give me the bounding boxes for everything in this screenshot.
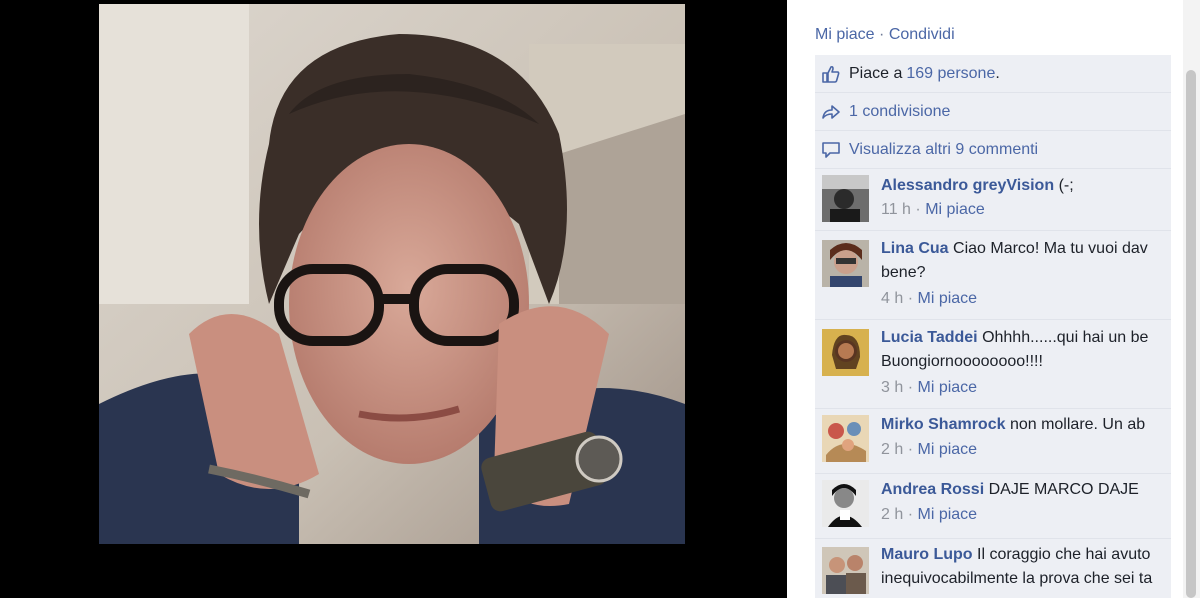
meta-separator: ·	[907, 441, 914, 458]
comment-like-link[interactable]: Mi piace	[917, 506, 977, 523]
comment-body: (-;	[1058, 177, 1074, 194]
comment-text: Alessandro greyVision (-;	[881, 174, 1200, 198]
comment-body: Il coraggio che hai avuto	[977, 546, 1151, 563]
likes-suffix: .	[995, 64, 1000, 82]
panel-gutter	[1171, 55, 1183, 598]
comment-body-line2: inequivocabilmente la prova che sei ta	[881, 570, 1153, 587]
meta-separator: ·	[907, 290, 914, 307]
comment-author[interactable]: Andrea Rossi	[881, 481, 984, 498]
comment-body: Ciao Marco! Ma tu vuoi dav	[953, 240, 1148, 257]
share-arrow-icon	[821, 102, 841, 122]
comment-author[interactable]: Alessandro greyVision	[881, 177, 1054, 194]
comment-time[interactable]: 11 h	[881, 201, 911, 218]
comment-like-link[interactable]: Mi piace	[917, 290, 977, 307]
comment-author[interactable]: Mirko Shamrock	[881, 416, 1005, 433]
scrollbar[interactable]	[1183, 0, 1200, 598]
avatar[interactable]	[822, 240, 869, 287]
comment-bubble-icon	[821, 140, 841, 160]
meta-separator: ·	[907, 379, 914, 396]
share-link[interactable]: Condividi	[889, 26, 955, 43]
likes-prefix: Piace a	[849, 64, 903, 82]
action-separator: ·	[879, 26, 885, 43]
comment-meta: 11 h · Mi piace	[881, 201, 985, 219]
comment-text: Lina Cua Ciao Marco! Ma tu vuoi dav bene…	[881, 237, 1200, 285]
comment-item: Andrea Rossi DAJE MARCO DAJE 2 h · Mi pi…	[815, 474, 1171, 539]
comment-like-link[interactable]: Mi piace	[925, 201, 985, 218]
comment-author[interactable]: Lina Cua	[881, 240, 949, 257]
comment-like-link[interactable]: Mi piace	[917, 441, 977, 458]
post-actions: Mi piace · Condividi	[815, 26, 955, 44]
comment-item: Alessandro greyVision (-; 11 h · Mi piac…	[815, 170, 1171, 231]
view-more-comments-link[interactable]: Visualizza altri 9 commenti	[849, 141, 1038, 159]
scrollbar-thumb[interactable]	[1186, 70, 1196, 598]
comment-meta: 2 h · Mi piace	[881, 441, 977, 459]
comment-text: Lucia Taddei Ohhhh......qui hai un be Bu…	[881, 326, 1200, 374]
comment-meta: 2 h · Mi piace	[881, 506, 977, 524]
likes-count-link[interactable]: 169 persone	[906, 65, 995, 83]
comment-author[interactable]: Lucia Taddei	[881, 329, 978, 346]
avatar[interactable]	[822, 415, 869, 462]
comments-panel: Mi piace · Condividi Piace a 169 persone…	[787, 0, 1200, 598]
shares-summary[interactable]: 1 condivisione	[815, 93, 1171, 131]
like-link[interactable]: Mi piace	[815, 26, 875, 43]
comment-time[interactable]: 4 h	[881, 290, 903, 307]
comment-time[interactable]: 2 h	[881, 506, 903, 523]
comment-body: Ohhhh......qui hai un be	[982, 329, 1149, 346]
comment-text: Mirko Shamrock non mollare. Un ab	[881, 413, 1200, 437]
ufi-block: Piace a 169 persone . 1 condivisione Vis…	[815, 55, 1171, 598]
comment-text: Mauro Lupo Il coraggio che hai avuto ine…	[881, 543, 1200, 591]
comment-like-link[interactable]: Mi piace	[917, 379, 977, 396]
thumbs-up-icon	[821, 64, 841, 84]
comment-meta: 3 h · Mi piace	[881, 379, 977, 397]
shares-link[interactable]: 1 condivisione	[849, 103, 950, 121]
comment-item: Mirko Shamrock non mollare. Un ab 2 h · …	[815, 409, 1171, 474]
comment-item: Lucia Taddei Ohhhh......qui hai un be Bu…	[815, 320, 1171, 409]
meta-separator: ·	[907, 506, 914, 523]
likes-summary: Piace a 169 persone .	[815, 55, 1171, 93]
comment-body: non mollare. Un ab	[1009, 416, 1146, 433]
avatar[interactable]	[822, 175, 869, 222]
avatar[interactable]	[822, 329, 869, 376]
comment-body-line2: Buongiornoooooooo!!!!	[881, 353, 1043, 370]
comment-item: Lina Cua Ciao Marco! Ma tu vuoi dav bene…	[815, 231, 1171, 320]
comment-body-line2: bene?	[881, 264, 926, 281]
view-more-comments[interactable]: Visualizza altri 9 commenti	[815, 131, 1171, 169]
comment-item: Mauro Lupo Il coraggio che hai avuto ine…	[815, 539, 1171, 598]
meta-separator: ·	[915, 201, 921, 218]
comment-author[interactable]: Mauro Lupo	[881, 546, 973, 563]
avatar[interactable]	[822, 480, 869, 527]
photo-viewer	[0, 0, 787, 598]
comment-time[interactable]: 3 h	[881, 379, 903, 396]
comment-time[interactable]: 2 h	[881, 441, 903, 458]
comment-body: DAJE MARCO DAJE	[988, 481, 1139, 498]
photo-portrait-image	[99, 4, 685, 544]
comment-meta: 4 h · Mi piace	[881, 290, 977, 308]
avatar[interactable]	[822, 547, 869, 594]
post-photo[interactable]	[99, 4, 685, 544]
comment-text: Andrea Rossi DAJE MARCO DAJE	[881, 478, 1200, 502]
